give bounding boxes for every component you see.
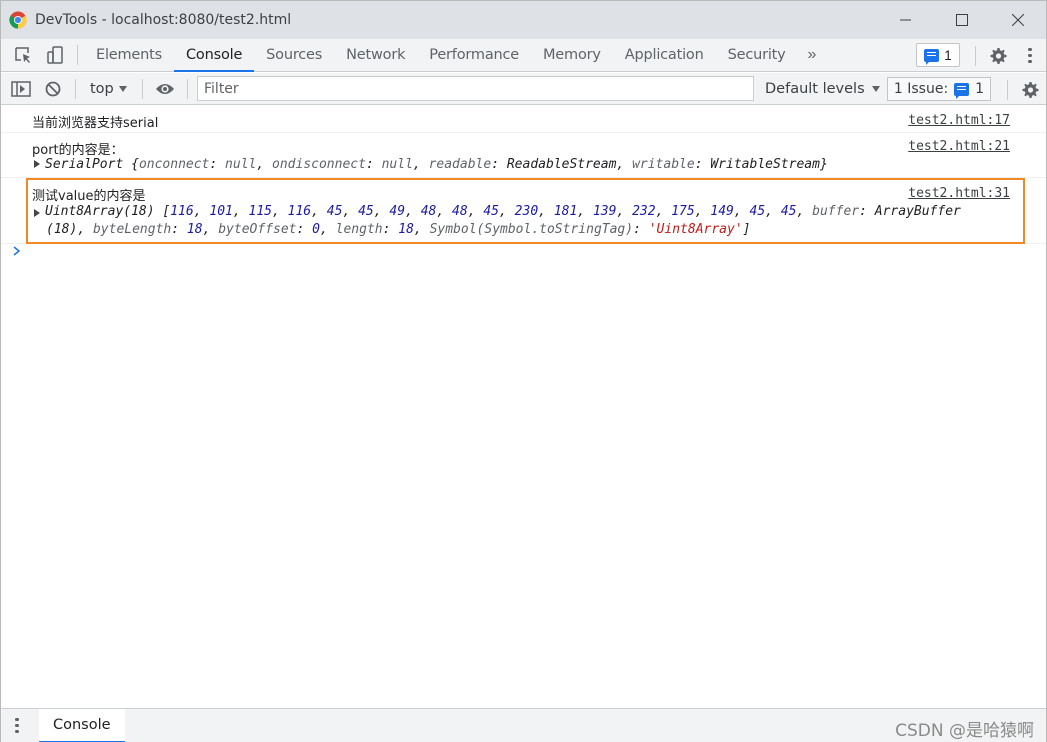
tab-console[interactable]: Console	[174, 39, 255, 72]
eye-icon	[155, 83, 174, 94]
prop-value: ReadableStream	[506, 157, 617, 172]
prop-key: ondisconnect	[272, 157, 366, 172]
filter-input[interactable]	[197, 76, 754, 101]
title-bar: DevTools - localhost:8080/test2.html	[1, 1, 1046, 39]
tab-network[interactable]: Network	[334, 39, 417, 72]
dropdown-arrow-icon	[871, 86, 880, 92]
kebab-menu-icon	[15, 717, 19, 734]
gear-icon	[1022, 81, 1039, 98]
message-icon	[954, 82, 970, 99]
toolbar-divider	[975, 45, 976, 66]
minimize-icon	[900, 19, 911, 21]
window-title: DevTools - localhost:8080/test2.html	[35, 12, 292, 28]
watermark: CSDN @是哈猿啊	[895, 721, 1034, 741]
clear-console-icon	[45, 81, 61, 96]
toolbar-divider	[186, 78, 188, 99]
dropdown-arrow-icon	[118, 85, 127, 92]
show-sidebar-button[interactable]	[5, 73, 37, 105]
expand-triangle-icon[interactable]	[34, 160, 40, 168]
toolbar-divider	[1007, 79, 1008, 100]
highlight-box	[26, 178, 1025, 244]
close-icon	[1012, 14, 1024, 26]
prop-key: readable	[428, 157, 492, 172]
devtools-window: DevTools - localhost:8080/test2.html Ele…	[0, 0, 1047, 742]
context-value: top	[90, 80, 114, 97]
console-settings-button[interactable]	[1014, 74, 1046, 106]
tab-performance[interactable]: Performance	[417, 39, 531, 72]
drawer-tab-console[interactable]: Console	[39, 708, 125, 742]
serialport-object[interactable]: SerialPort {onconnect: null, ondisconnec…	[34, 157, 828, 172]
kebab-menu-icon	[1028, 47, 1032, 64]
console-message: 当前浏览器支持serial test2.html:17	[1, 106, 1046, 133]
context-selector[interactable]: top	[82, 81, 136, 97]
console-toolbar: top Default levels 1 Issue: 1	[1, 73, 1046, 105]
live-expression-button[interactable]	[149, 73, 181, 105]
console-message: port的内容是： test2.html:21 SerialPort {onco…	[1, 133, 1046, 178]
device-toolbar-button[interactable]	[39, 39, 71, 71]
log-levels-dropdown[interactable]: Default levels	[765, 73, 881, 105]
panel-tabbar: Elements Console Sources Network Perform…	[1, 39, 1046, 72]
tab-sources[interactable]: Sources	[254, 39, 334, 72]
source-link[interactable]: test2.html:21	[908, 139, 1010, 154]
prop-value: null	[381, 157, 413, 172]
clear-console-button[interactable]	[37, 73, 69, 105]
log-levels-label: Default levels	[765, 81, 865, 97]
toolbar-divider	[77, 45, 78, 65]
settings-button[interactable]	[982, 40, 1014, 72]
device-toggle-icon	[47, 46, 63, 64]
close-button[interactable]	[990, 1, 1046, 39]
console-prompt[interactable]	[12, 244, 21, 260]
drawer-bar: Console CSDN @是哈猿啊	[1, 708, 1046, 742]
tab-application[interactable]: Application	[613, 39, 716, 72]
inspect-element-button[interactable]	[7, 39, 39, 71]
prop-key: onconnect	[138, 157, 210, 172]
issues-button[interactable]: 1 Issue: 1	[887, 77, 991, 101]
message-text: port的内容是：	[32, 143, 124, 158]
tab-elements[interactable]: Elements	[84, 39, 174, 72]
object-type: SerialPort	[45, 157, 124, 172]
tab-security[interactable]: Security	[716, 39, 798, 72]
message-icon	[924, 48, 940, 65]
message-text: 当前浏览器支持serial	[32, 116, 159, 131]
maximize-icon	[956, 14, 968, 26]
minimize-button[interactable]	[878, 1, 934, 39]
sidebar-toggle-icon	[11, 80, 31, 97]
issues-count: 1	[944, 47, 952, 63]
inspect-element-icon	[15, 47, 30, 63]
issues-label: 1 Issue:	[893, 81, 949, 97]
prop-value: null	[225, 157, 257, 172]
chevron-right-icon	[13, 246, 21, 256]
issues-counter-button[interactable]: 1	[916, 43, 960, 67]
maximize-button[interactable]	[934, 1, 990, 39]
gear-icon	[990, 47, 1007, 64]
drawer-menu-button[interactable]	[7, 710, 27, 742]
toolbar-divider	[141, 78, 143, 99]
chrome-logo-icon	[9, 11, 27, 29]
prop-key: writable	[632, 157, 695, 172]
console-output: 当前浏览器支持serial test2.html:17 port的内容是： te…	[1, 106, 1046, 708]
prop-value: WritableStream	[710, 157, 820, 172]
more-tabs-button[interactable]: »	[798, 39, 827, 72]
tab-memory[interactable]: Memory	[531, 39, 613, 72]
toolbar-divider	[75, 78, 76, 99]
issues-button-count: 1	[975, 81, 985, 97]
source-link[interactable]: test2.html:17	[908, 113, 1010, 128]
customize-menu-button[interactable]	[1014, 40, 1046, 72]
